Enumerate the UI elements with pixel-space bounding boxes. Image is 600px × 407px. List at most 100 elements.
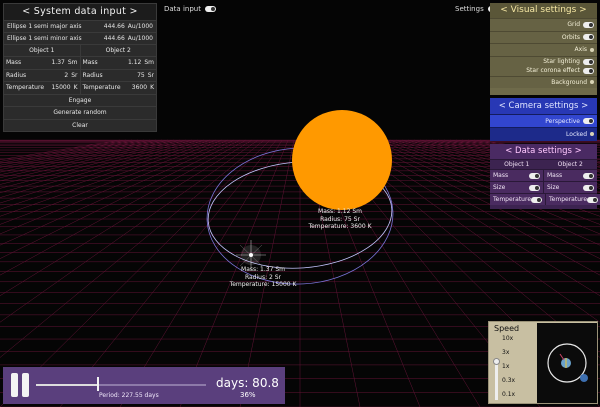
object-1-size-toggle[interactable] [529, 184, 540, 191]
object-2-size-toggle[interactable] [583, 184, 594, 191]
background-toggle[interactable] [590, 80, 594, 85]
speed-tick-0.3x: 0.3x [502, 377, 516, 384]
semi-major-axis-unit: Au/1000 [127, 23, 153, 30]
object-2-header: Object 2 [557, 161, 583, 168]
object-1-temperature-row[interactable]: Temperature 15000 K [4, 81, 80, 94]
object-1-size-setting[interactable]: Size [490, 182, 543, 193]
object-2-column: Object 2 Mass 1.12 Sm Radius 75 Sr Tempe… [79, 45, 156, 94]
object-2-temperature: Temperature: 3600 K [308, 223, 372, 230]
object-2-radius: Radius: 75 Sr [320, 215, 360, 223]
semi-minor-axis-label: Ellipse 1 semi minor axis [7, 35, 82, 42]
object-1-radius: Radius: 2 Sr [244, 273, 282, 281]
background-setting[interactable]: Background [490, 75, 597, 88]
object-2-temperature-row[interactable]: Temperature 3600 K [80, 81, 156, 94]
period-text: Period: 227.55 days [99, 392, 159, 399]
speed-tick-10x: 10x [502, 335, 514, 342]
camera-settings-panel: < Camera settings > Perspective Locked [490, 98, 597, 141]
perspective-toggle[interactable] [583, 118, 594, 124]
object-1-radius-row[interactable]: Radius 2 Sr [4, 68, 80, 81]
settings-label: Settings [455, 5, 484, 13]
object-1-mass-input[interactable]: 1.37 [51, 59, 64, 66]
speed-slider-fill [495, 364, 498, 400]
axis-setting[interactable]: Axis [490, 43, 597, 56]
orbits-setting[interactable]: Orbits [490, 30, 597, 43]
object-1-column: Object 1 Mass 1.37 Sm Radius 2 Sr Temper… [4, 45, 80, 94]
semi-major-axis-label: Ellipse 1 semi major axis [7, 23, 82, 30]
orbit-percent: 36% [240, 391, 256, 399]
object-2-temperature-input[interactable]: 3600 [132, 84, 147, 91]
object-1-radius-input[interactable]: 2 [64, 72, 68, 79]
grid-toggle[interactable] [583, 21, 594, 28]
object-2-size-setting[interactable]: Size [543, 182, 597, 193]
object-2-header: Object 2 [80, 45, 156, 56]
star-corona-toggle[interactable] [583, 67, 594, 74]
star-lighting-setting[interactable]: Star lighting [543, 58, 594, 65]
days-counter: days: 80.8 [216, 376, 279, 390]
object-1-header: Object 1 [504, 161, 530, 168]
locked-toggle[interactable] [590, 132, 594, 136]
data-settings-header: Object 1 Object 2 [490, 159, 597, 169]
orbit-minimap [537, 323, 597, 403]
mass-data-row: Mass Mass [490, 169, 597, 181]
generate-random-button[interactable]: Generate random [4, 106, 156, 119]
object-1-mass-toggle[interactable] [529, 172, 540, 179]
timeline-handle[interactable] [97, 377, 100, 391]
mass-label: Mass [547, 172, 563, 179]
system-panel-title: < System data input > [4, 4, 156, 20]
object-2-temperature-setting[interactable]: Temperature [545, 194, 600, 205]
star-effects-setting: Star lighting Star corona effect [490, 55, 597, 76]
object-2-radius-input[interactable]: 75 [137, 72, 145, 79]
perspective-setting[interactable]: Perspective [490, 114, 597, 127]
radius-unit: Sr [147, 71, 154, 79]
data-input-toggle-group: Data input [164, 5, 216, 13]
objects-grid: Object 1 Mass 1.37 Sm Radius 2 Sr Temper… [4, 44, 156, 94]
mass-label: Mass [493, 172, 509, 179]
object-1-mass-row[interactable]: Mass 1.37 Sm [4, 56, 80, 69]
data-input-toggle[interactable] [204, 6, 216, 12]
temperature-label: Temperature [493, 196, 532, 203]
object-2-mass-toggle[interactable] [583, 172, 594, 179]
speed-slider-handle[interactable] [493, 358, 500, 365]
pause-button[interactable] [9, 373, 31, 399]
speed-control: Speed 10x 3x 1x 0.3x 0.1x [488, 321, 598, 404]
semi-minor-axis-unit: Au/1000 [127, 35, 153, 42]
grid-label: Grid [567, 21, 580, 29]
temperature-label: Temperature [549, 196, 588, 203]
speed-tick-1x: 1x [502, 363, 510, 370]
axis-toggle[interactable] [590, 47, 594, 52]
star-object-2 [292, 110, 392, 210]
object-1-temperature-setting[interactable]: Temperature [490, 194, 546, 205]
grid-setting[interactable]: Grid [490, 18, 597, 31]
star-lighting-toggle[interactable] [583, 58, 594, 65]
mass-unit: Sm [67, 59, 78, 67]
object-1-temperature-toggle[interactable] [531, 196, 543, 203]
object-1-mass-setting[interactable]: Mass [490, 170, 543, 181]
locked-setting[interactable]: Locked [490, 127, 597, 140]
semi-minor-axis-value[interactable]: 444.66 [104, 35, 125, 42]
object-2-temperature-toggle[interactable] [587, 196, 599, 203]
engage-button[interactable]: Engage [4, 93, 156, 106]
semi-minor-axis-row[interactable]: Ellipse 1 semi minor axis 444.66 Au/1000 [4, 32, 156, 44]
temperature-unit: K [73, 84, 78, 92]
object-2-mass-input[interactable]: 1.12 [128, 59, 141, 66]
temperature-data-row: Temperature Temperature [490, 193, 600, 205]
perspective-label: Perspective [545, 117, 580, 125]
orbits-label: Orbits [561, 33, 580, 41]
object-2-mass-setting[interactable]: Mass [543, 170, 597, 181]
visual-settings-title: < Visual settings > [490, 3, 597, 18]
orbits-toggle[interactable] [583, 34, 594, 41]
star-corona-setting[interactable]: Star corona effect [526, 67, 594, 74]
semi-major-axis-value[interactable]: 444.66 [104, 23, 125, 30]
object-2-radius-row[interactable]: Radius 75 Sr [80, 68, 156, 81]
star-corona-label: Star corona effect [526, 67, 580, 74]
speed-tick-0.1x: 0.1x [502, 391, 516, 398]
mass-label: Mass [82, 59, 98, 67]
object-2-mass-row[interactable]: Mass 1.12 Sm [80, 56, 156, 69]
object-1-temperature-input[interactable]: 15000 [51, 84, 70, 91]
semi-major-axis-row[interactable]: Ellipse 1 semi major axis 444.66 Au/1000 [4, 20, 156, 32]
clear-button[interactable]: Clear [4, 118, 156, 131]
size-label: Size [493, 184, 506, 191]
visual-settings-panel: < Visual settings > Grid Orbits Axis Sta… [490, 3, 597, 95]
size-data-row: Size Size [490, 181, 597, 193]
radius-label: Radius [82, 71, 103, 79]
